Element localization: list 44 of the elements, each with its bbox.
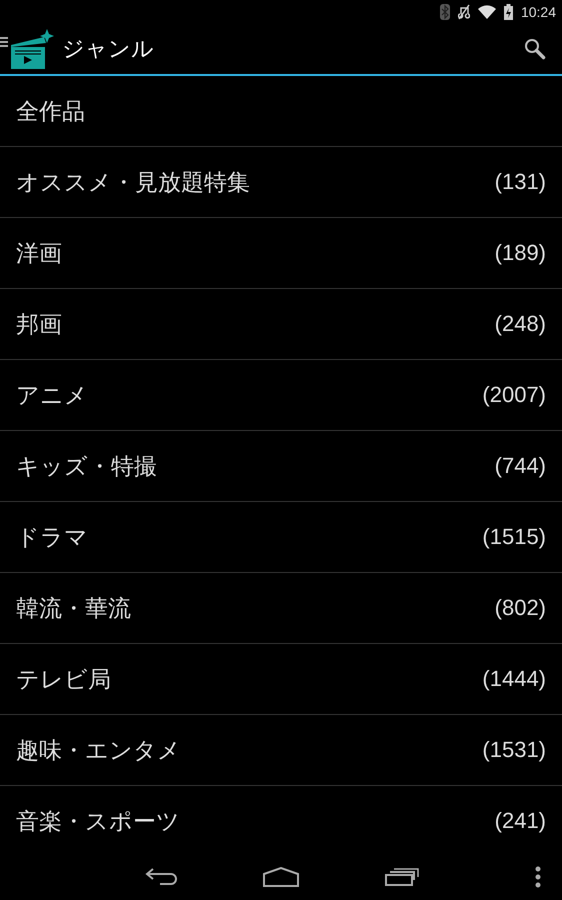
genre-name: キッズ・特撮 [16,452,157,482]
genre-item[interactable]: アニメ (2007) [0,360,562,431]
genre-name: 洋画 [16,240,62,268]
genre-item[interactable]: オススメ・見放題特集 (131) [0,147,562,218]
genre-name: 音楽・スポーツ [16,808,180,836]
genre-item[interactable]: 趣味・エンタメ (1531) [0,715,562,786]
genre-item[interactable]: 韓流・華流 (802) [0,573,562,644]
bluetooth-icon [440,4,450,20]
genre-name: オススメ・見放題特集 [16,168,250,198]
genre-count: (131) [494,169,546,195]
genre-item[interactable]: テレビ局 (1444) [0,644,562,715]
genre-count: (1444) [482,666,546,692]
genre-name: 韓流・華流 [16,594,131,624]
genre-count: (1515) [482,524,546,550]
overflow-menu-icon[interactable] [534,866,542,888]
genre-name: 邦画 [16,310,62,340]
genre-item[interactable]: 洋画 (189) [0,218,562,289]
genre-item[interactable]: ドラマ (1515) [0,502,562,573]
genre-item[interactable]: キッズ・特撮 (744) [0,431,562,502]
genre-name: 趣味・エンタメ [16,736,181,766]
genre-count: (744) [494,453,546,479]
genre-count: (248) [494,311,546,337]
genre-name: 全作品 [16,98,85,126]
muted-icon [458,4,470,20]
genre-item[interactable]: 邦画 (248) [0,289,562,360]
battery-icon [504,4,513,20]
genre-name: テレビ局 [16,666,111,694]
wifi-icon [478,5,496,19]
genre-count: (241) [494,808,546,834]
genre-count: (2007) [482,382,546,408]
recent-apps-icon[interactable] [385,868,419,886]
status-time: 10:24 [520,4,556,20]
back-icon[interactable] [145,868,177,886]
screen-title: ジャンル [62,36,155,64]
genre-count: (802) [494,595,546,621]
genre-item[interactable]: 全作品 [0,76,562,147]
genre-item[interactable]: 音楽・スポーツ (241) [0,786,562,854]
genre-count: (189) [494,240,546,266]
home-icon[interactable] [263,867,299,887]
search-icon[interactable] [524,38,546,60]
genre-name: ドラマ [16,524,88,552]
app-logo-icon[interactable] [0,27,56,71]
genre-count: (1531) [482,737,546,763]
genre-name: アニメ [16,382,88,410]
